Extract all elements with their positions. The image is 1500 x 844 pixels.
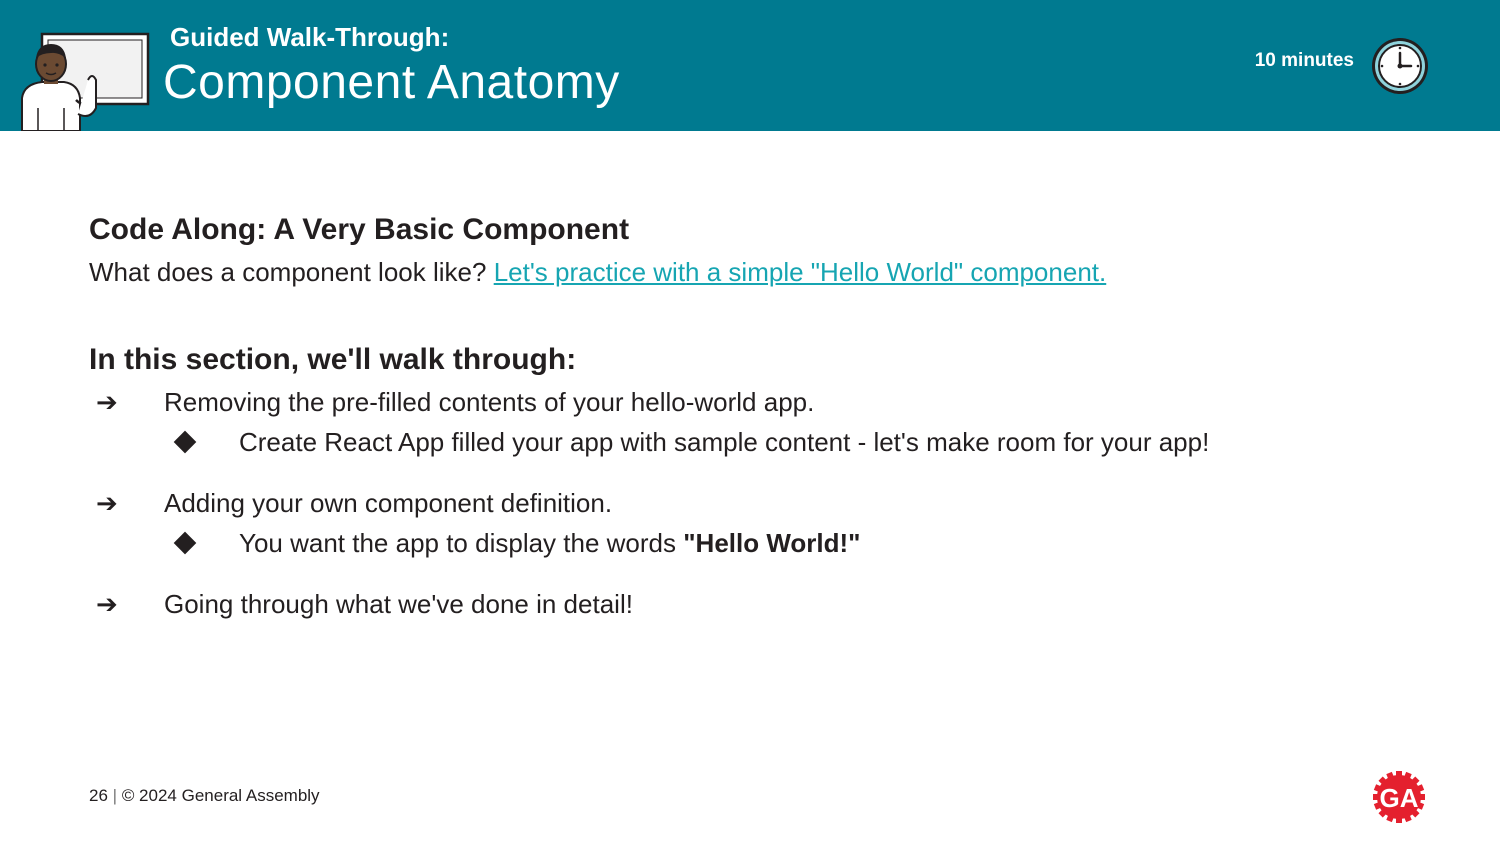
sub-list-item: You want the app to display the words "H… — [164, 523, 1419, 563]
page-number: 26 — [89, 786, 108, 805]
header-banner: Guided Walk-Through: Component Anatomy 1… — [0, 0, 1500, 131]
walkthrough-heading: In this section, we'll walk through: — [89, 343, 577, 376]
slide-content: Code Along: A Very Basic Component What … — [89, 208, 1419, 624]
list-item-text: Going through what we've done in detail! — [164, 589, 633, 619]
sub-list-item: Create React App filled your app with sa… — [164, 422, 1419, 462]
footer-separator: | — [112, 786, 118, 805]
list-item: ➔ Removing the pre-filled contents of yo… — [89, 382, 1419, 462]
slide-title: Component Anatomy — [163, 56, 620, 109]
instructor-illustration — [21, 32, 150, 131]
hello-world-link[interactable]: Let's practice with a simple "Hello Worl… — [494, 257, 1107, 287]
list-item: ➔ Going through what we've done in detai… — [89, 584, 1419, 624]
arrow-bullet-icon: ➔ — [96, 488, 118, 518]
sub-list-item-text: You want the app to display the words — [239, 528, 676, 558]
intro-paragraph: What does a component look like? Let's p… — [89, 252, 1419, 292]
code-along-heading: Code Along: A Very Basic Component — [89, 213, 630, 246]
list-item: ➔ Adding your own component definition. … — [89, 483, 1419, 563]
clock-icon — [1372, 38, 1428, 94]
slide-footer: 26 | © 2024 General Assembly — [89, 786, 320, 806]
copyright-text: © 2024 General Assembly — [121, 786, 320, 805]
arrow-bullet-icon: ➔ — [96, 589, 118, 619]
diamond-bullet-icon — [173, 531, 197, 555]
duration-label: 10 minutes — [1254, 50, 1354, 71]
intro-text: What does a component look like? — [89, 257, 487, 287]
hello-world-emphasis: "Hello World!" — [683, 528, 861, 558]
list-item-text: Adding your own component definition. — [164, 488, 613, 518]
logo-text: GA — [1380, 783, 1419, 813]
diamond-bullet-icon — [173, 430, 197, 454]
arrow-bullet-icon: ➔ — [96, 387, 118, 417]
sub-list-item-text: Create React App filled your app with sa… — [239, 427, 1210, 457]
slide-kicker: Guided Walk-Through: — [170, 22, 450, 52]
general-assembly-logo: GA — [1373, 771, 1425, 823]
list-item-text: Removing the pre-filled contents of your… — [164, 387, 815, 417]
walkthrough-list: ➔ Removing the pre-filled contents of yo… — [89, 382, 1419, 624]
